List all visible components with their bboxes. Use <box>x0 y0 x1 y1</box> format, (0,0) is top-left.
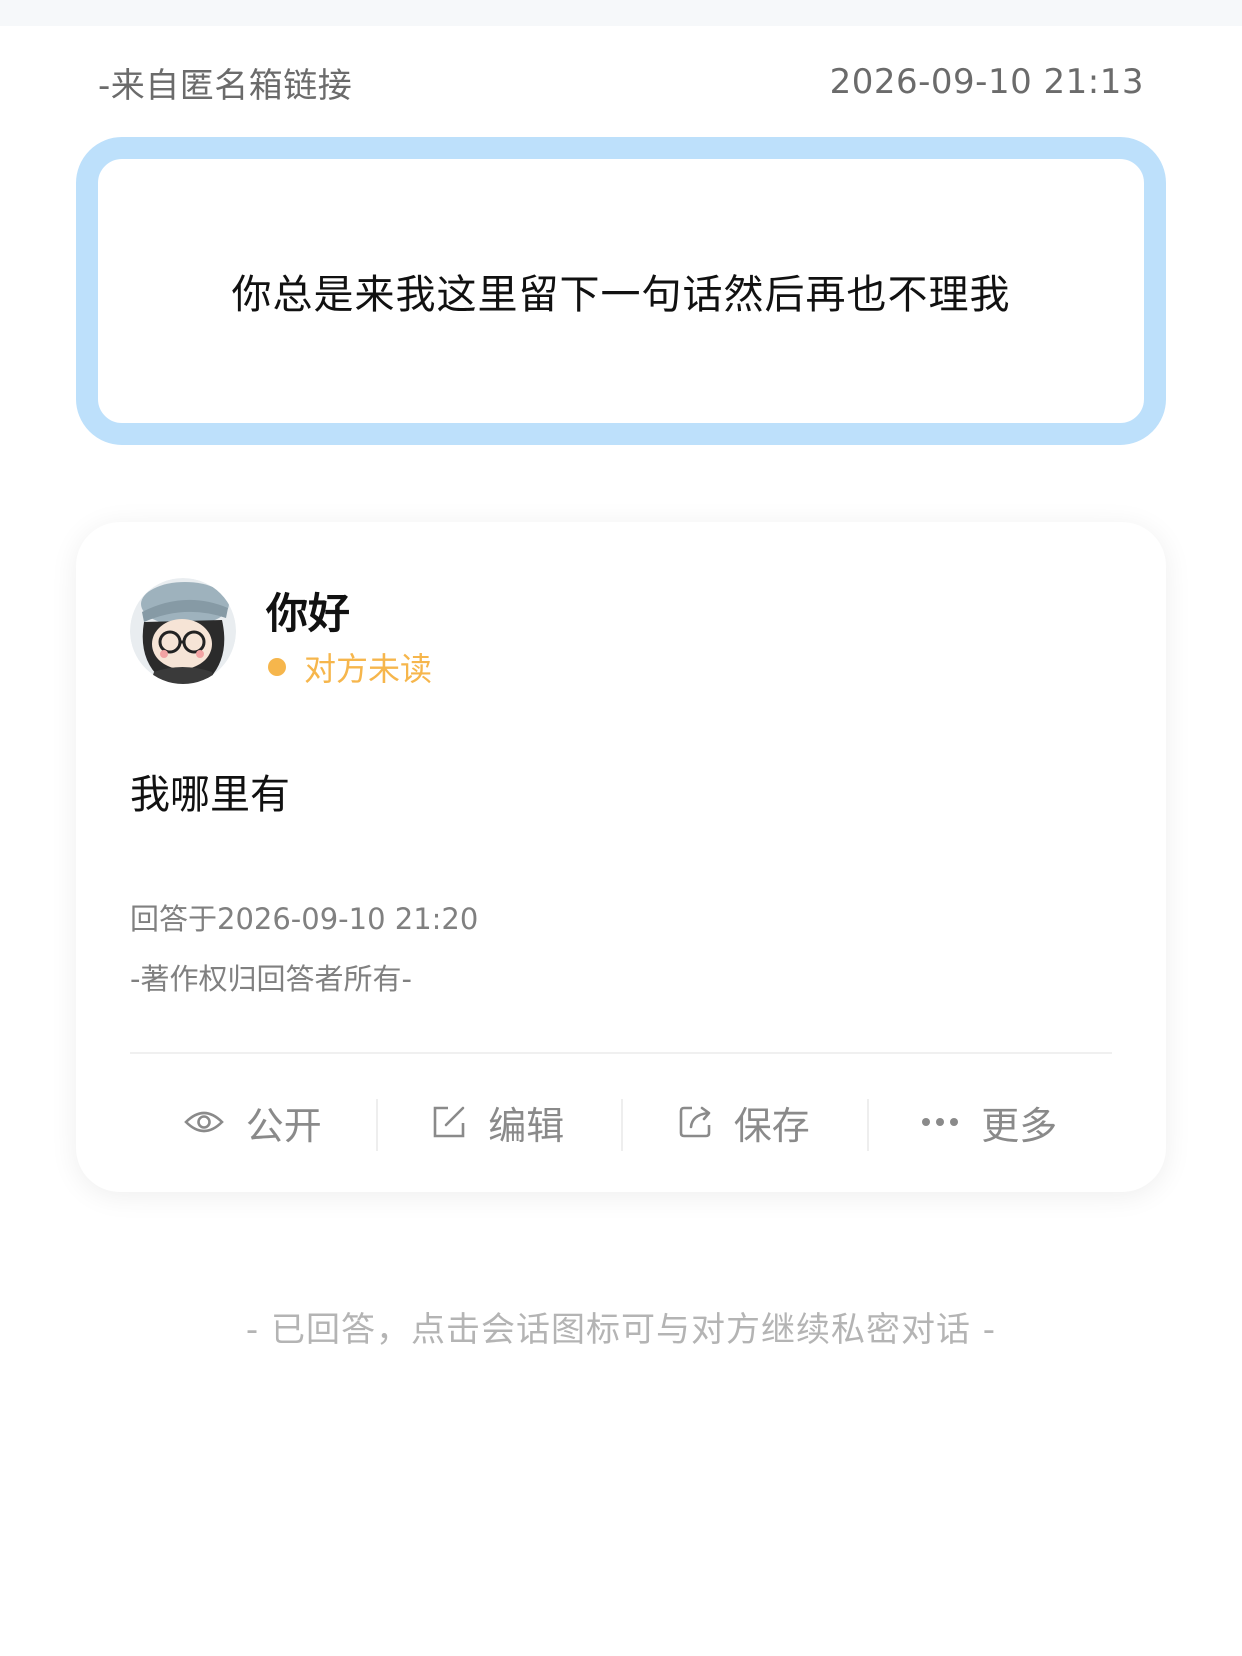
more-dots-icon <box>922 1118 959 1126</box>
question-card: 你总是来我这里留下一句话然后再也不理我 <box>76 137 1166 445</box>
read-status-label: 对方未读 <box>304 650 433 688</box>
more-button[interactable]: 更多 <box>866 1095 1113 1151</box>
action-bar: 公开 编辑 保存 更多 <box>130 1092 1112 1152</box>
copyright-notice: -著作权归回答者所有- <box>130 962 412 996</box>
edit-icon <box>433 1106 465 1138</box>
edit-button-label: 编辑 <box>488 1103 565 1148</box>
public-button-label: 公开 <box>245 1103 322 1148</box>
public-button[interactable]: 公开 <box>130 1095 376 1150</box>
read-status: 对方未读 <box>266 644 432 690</box>
answer-text: 我哪里有 <box>130 772 290 818</box>
eye-icon <box>183 1111 224 1133</box>
avatar[interactable] <box>130 578 236 684</box>
save-button-label: 保存 <box>733 1103 810 1148</box>
status-dot-icon <box>268 658 286 676</box>
user-name: 你好 <box>266 589 351 638</box>
source-label: -来自匿名箱链接 <box>98 65 353 106</box>
save-button[interactable]: 保存 <box>621 1095 867 1151</box>
answer-card: 你好 对方未读 我哪里有 回答于2026-09-10 21:20 -著作权归回答… <box>76 522 1166 1192</box>
footer-hint: - 已回答，点击会话图标可与对方继续私密对话 - <box>245 1310 997 1350</box>
answer-time: 回答于2026-09-10 21:20 <box>130 902 479 936</box>
question-timestamp: 2026-09-10 21:13 <box>829 62 1144 102</box>
share-icon <box>679 1106 711 1138</box>
question-text: 你总是来我这里留下一句话然后再也不理我 <box>231 272 1011 318</box>
edit-button[interactable]: 编辑 <box>375 1095 622 1151</box>
question-meta-row: -来自匿名箱链接 2026-09-10 21:13 <box>98 58 1144 106</box>
more-button-label: 更多 <box>981 1103 1058 1148</box>
divider <box>130 1052 1112 1054</box>
status-bar-strip <box>0 0 1242 26</box>
avatar-image <box>130 578 236 684</box>
